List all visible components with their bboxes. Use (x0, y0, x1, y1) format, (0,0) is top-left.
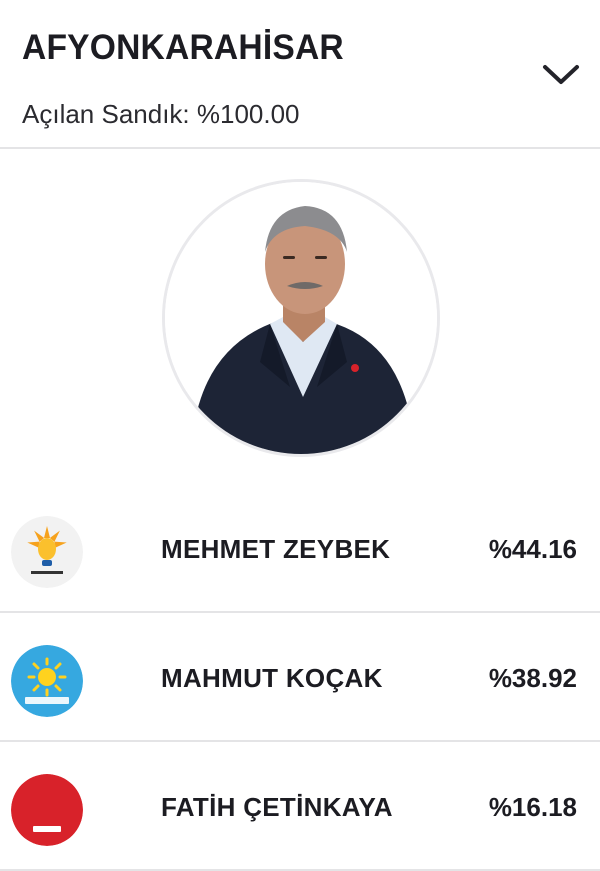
opened-ballots-text: Açılan Sandık: %100.00 (22, 99, 300, 129)
vote-percent: %16.18 (488, 792, 577, 822)
province-header[interactable]: AFYONKARAHİSAR Açılan Sandık: %100.00 (0, 0, 600, 149)
candidate-name: MAHMUT KOÇAK (161, 663, 383, 693)
candidate-name: FATİH ÇETİNKAYA (161, 792, 393, 822)
candidate-name: MEHMET ZEYBEK (161, 534, 391, 564)
result-row: MAHMUT KOÇAK %38.92 (0, 613, 600, 742)
result-row: FATİH ÇETİNKAYA %16.18 (0, 742, 600, 871)
mhp-logo (11, 774, 83, 846)
akp-logo (11, 516, 83, 588)
chevron-down-icon[interactable] (540, 58, 582, 92)
vote-percent: %44.16 (488, 534, 577, 564)
candidate-portrait (162, 179, 440, 457)
vote-percent: %38.92 (488, 663, 577, 693)
winner-photo-section (0, 149, 600, 484)
result-row: MEHMET ZEYBEK %44.16 (0, 484, 600, 613)
iyi-parti-logo (11, 645, 83, 717)
province-title: AFYONKARAHİSAR (22, 28, 344, 67)
